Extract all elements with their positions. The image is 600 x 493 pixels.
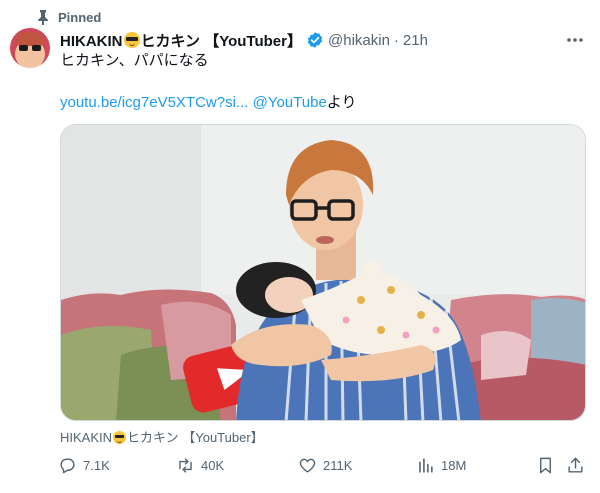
share-button[interactable] xyxy=(566,453,585,477)
pin-icon xyxy=(38,10,48,25)
reply-icon xyxy=(60,457,75,473)
repost-icon xyxy=(179,457,192,473)
media-caption[interactable]: HIKAKIN ヒカキン 【YouTuber】 xyxy=(60,427,264,446)
heart-icon xyxy=(299,458,316,473)
author-handle[interactable]: @hikakin xyxy=(328,32,390,49)
tweet-link-line: youtu.be/icg7eV5XTCw?si... @YouTubeより xyxy=(60,93,357,113)
action-bar: 7.1K 40K 211K 18M xyxy=(58,453,588,477)
views-chart-icon xyxy=(419,457,433,473)
reply-count: 7.1K xyxy=(83,457,110,473)
avatar[interactable] xyxy=(10,28,50,68)
separator-dot: · xyxy=(393,31,399,49)
youtube-link[interactable]: youtu.be/icg7eV5XTCw?si... xyxy=(60,94,248,111)
tweet-header: HIKAKIN ヒカキン 【YouTuber】 @hikakin · 21h xyxy=(60,30,428,50)
like-count: 211K xyxy=(323,457,353,473)
views-button[interactable]: 18M xyxy=(416,453,466,477)
tweet-text: ヒカキン、パパになる xyxy=(60,52,209,69)
more-icon[interactable] xyxy=(565,32,585,48)
sunglasses-emoji-icon xyxy=(123,31,140,48)
pinned-label: Pinned xyxy=(58,9,102,25)
bookmark-button[interactable] xyxy=(536,453,555,477)
caption-prefix: HIKAKIN xyxy=(60,430,113,445)
pinned-indicator: Pinned xyxy=(36,8,101,26)
like-button[interactable]: 211K xyxy=(298,453,352,477)
tweet-media-image[interactable] xyxy=(60,124,586,421)
verified-badge-icon[interactable] xyxy=(306,31,324,49)
mention-link[interactable]: @YouTube xyxy=(253,94,327,111)
author-name-suffix: ヒカキン 【YouTuber】 xyxy=(140,32,303,50)
share-icon xyxy=(568,457,583,473)
link-suffix: より xyxy=(326,94,357,111)
tweet-time[interactable]: 21h xyxy=(403,32,428,49)
author-name-prefix: HIKAKIN xyxy=(60,32,123,50)
caption-emoji-icon xyxy=(113,431,127,444)
repost-count: 40K xyxy=(201,457,225,473)
bookmark-icon xyxy=(540,457,551,473)
author-name[interactable]: HIKAKIN ヒカキン 【YouTuber】 xyxy=(60,30,302,51)
media-photo xyxy=(61,125,585,420)
views-count: 18M xyxy=(441,457,467,473)
repost-button[interactable]: 40K xyxy=(176,453,224,477)
reply-button[interactable]: 7.1K xyxy=(58,453,110,477)
caption-suffix: ヒカキン 【YouTuber】 xyxy=(127,430,264,445)
